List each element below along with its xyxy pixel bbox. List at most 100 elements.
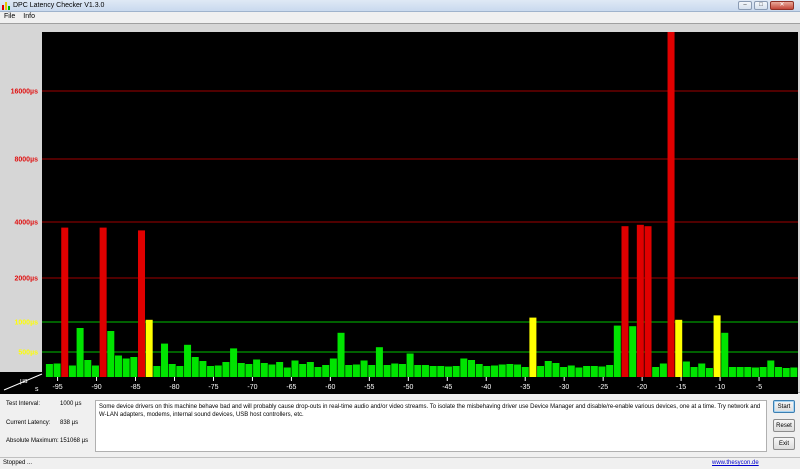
x-tick-label: -45 xyxy=(442,384,452,391)
latency-bar xyxy=(299,364,307,377)
latency-bar xyxy=(68,365,76,377)
latency-bar xyxy=(782,368,790,377)
x-tick-label: -20 xyxy=(637,384,647,391)
x-unit-label: s xyxy=(35,386,39,393)
latency-bar xyxy=(644,226,652,377)
latency-bar xyxy=(99,227,107,377)
x-tick-label: -10 xyxy=(715,384,725,391)
x-tick-label: -15 xyxy=(676,384,686,391)
test-interval-value: 1000 µs xyxy=(60,401,82,407)
latency-bar xyxy=(153,366,161,377)
latency-bar xyxy=(514,364,522,377)
latency-bar xyxy=(306,362,314,377)
latency-bar xyxy=(583,366,591,377)
latency-bar xyxy=(168,364,176,377)
latency-bar xyxy=(690,367,698,377)
latency-bar xyxy=(345,365,353,377)
y-unit-label: µs xyxy=(20,378,28,385)
x-tick-label: -65 xyxy=(286,384,296,391)
latency-bar xyxy=(767,360,775,377)
x-tick-label: -75 xyxy=(208,384,218,391)
latency-bar xyxy=(406,353,414,377)
latency-bar xyxy=(475,364,483,377)
latency-bar xyxy=(728,367,736,377)
absolute-maximum-value: 151068 µs xyxy=(60,438,89,444)
latency-bar xyxy=(483,366,491,377)
latency-bar xyxy=(291,360,299,377)
latency-bar xyxy=(237,363,245,377)
latency-bar xyxy=(145,319,153,377)
latency-bar xyxy=(337,332,345,377)
latency-bar xyxy=(176,366,184,377)
latency-bar xyxy=(130,357,138,377)
latency-bar xyxy=(161,343,169,377)
latency-bar xyxy=(375,347,383,377)
latency-bar xyxy=(606,365,614,377)
menu-file[interactable]: File xyxy=(0,12,19,22)
latency-bar xyxy=(53,363,61,377)
latency-bar xyxy=(575,367,583,377)
latency-bar xyxy=(222,362,230,377)
y-tick-label: 1000µs xyxy=(15,320,39,327)
latency-bar xyxy=(613,325,621,377)
latency-bar xyxy=(137,230,146,377)
maximize-button[interactable]: □ xyxy=(754,1,768,10)
status-bar: Stopped ... www.thesycon.de xyxy=(0,457,800,469)
latency-bar xyxy=(207,366,215,377)
latency-bar xyxy=(368,365,376,377)
window-title: DPC Latency Checker V1.3.0 xyxy=(13,2,105,9)
latency-bar xyxy=(414,365,422,377)
latency-bar xyxy=(214,365,222,377)
latency-bar xyxy=(544,361,552,377)
latency-bar xyxy=(199,361,207,377)
latency-bar xyxy=(667,32,675,377)
latency-bar xyxy=(621,226,629,377)
latency-bar xyxy=(253,359,261,377)
latency-bar xyxy=(698,363,706,377)
latency-bar xyxy=(721,332,729,377)
x-tick-label: -30 xyxy=(559,384,569,391)
latency-bar xyxy=(521,367,529,377)
x-tick-label: -85 xyxy=(130,384,140,391)
latency-bar xyxy=(45,364,53,377)
status-text: Stopped ... xyxy=(3,460,33,466)
title-bar[interactable]: DPC Latency Checker V1.3.0 – □ ✕ xyxy=(0,0,800,12)
menu-info[interactable]: Info xyxy=(19,12,39,22)
latency-bar xyxy=(429,366,437,377)
y-tick-label: 16000µs xyxy=(11,89,38,96)
latency-bar xyxy=(682,361,690,377)
latency-bar xyxy=(529,317,537,377)
latency-bar xyxy=(437,366,445,377)
latency-bar xyxy=(506,364,514,377)
latency-bar xyxy=(713,315,721,377)
latency-bar xyxy=(590,366,598,377)
menu-bar: File Info xyxy=(0,12,800,22)
latency-bar xyxy=(114,355,122,377)
y-tick-label: 8000µs xyxy=(15,157,39,164)
latency-bar xyxy=(352,364,360,377)
latency-bar xyxy=(230,348,238,377)
latency-chart-panel: 500µs 1000µs 2000µs 4000µs 8000µs 16000µs -95… xyxy=(0,23,800,394)
start-button[interactable]: Start xyxy=(773,400,795,413)
x-tick-label: -70 xyxy=(247,384,257,391)
latency-bar xyxy=(391,363,399,377)
latency-bar xyxy=(659,363,667,377)
reset-button[interactable]: Reset xyxy=(773,419,795,432)
latency-bar xyxy=(560,367,568,377)
latency-bar xyxy=(567,365,575,377)
exit-button[interactable]: Exit xyxy=(773,437,795,450)
website-link[interactable]: www.thesycon.de xyxy=(712,460,759,466)
latency-bar xyxy=(184,344,192,377)
latency-bar xyxy=(91,365,99,377)
latency-bar xyxy=(360,360,368,377)
y-axis-panel xyxy=(0,24,42,394)
info-area: Test Interval: 1000 µs Current Latency: … xyxy=(0,395,800,455)
latency-bar xyxy=(122,358,130,377)
minimize-button[interactable]: – xyxy=(738,1,752,10)
x-tick-label: -40 xyxy=(481,384,491,391)
close-button[interactable]: ✕ xyxy=(770,1,794,10)
x-tick-label: -35 xyxy=(520,384,530,391)
status-message-box: Some device drivers on this machine beha… xyxy=(95,400,767,452)
latency-bar xyxy=(460,358,468,377)
latency-bar xyxy=(452,366,460,377)
